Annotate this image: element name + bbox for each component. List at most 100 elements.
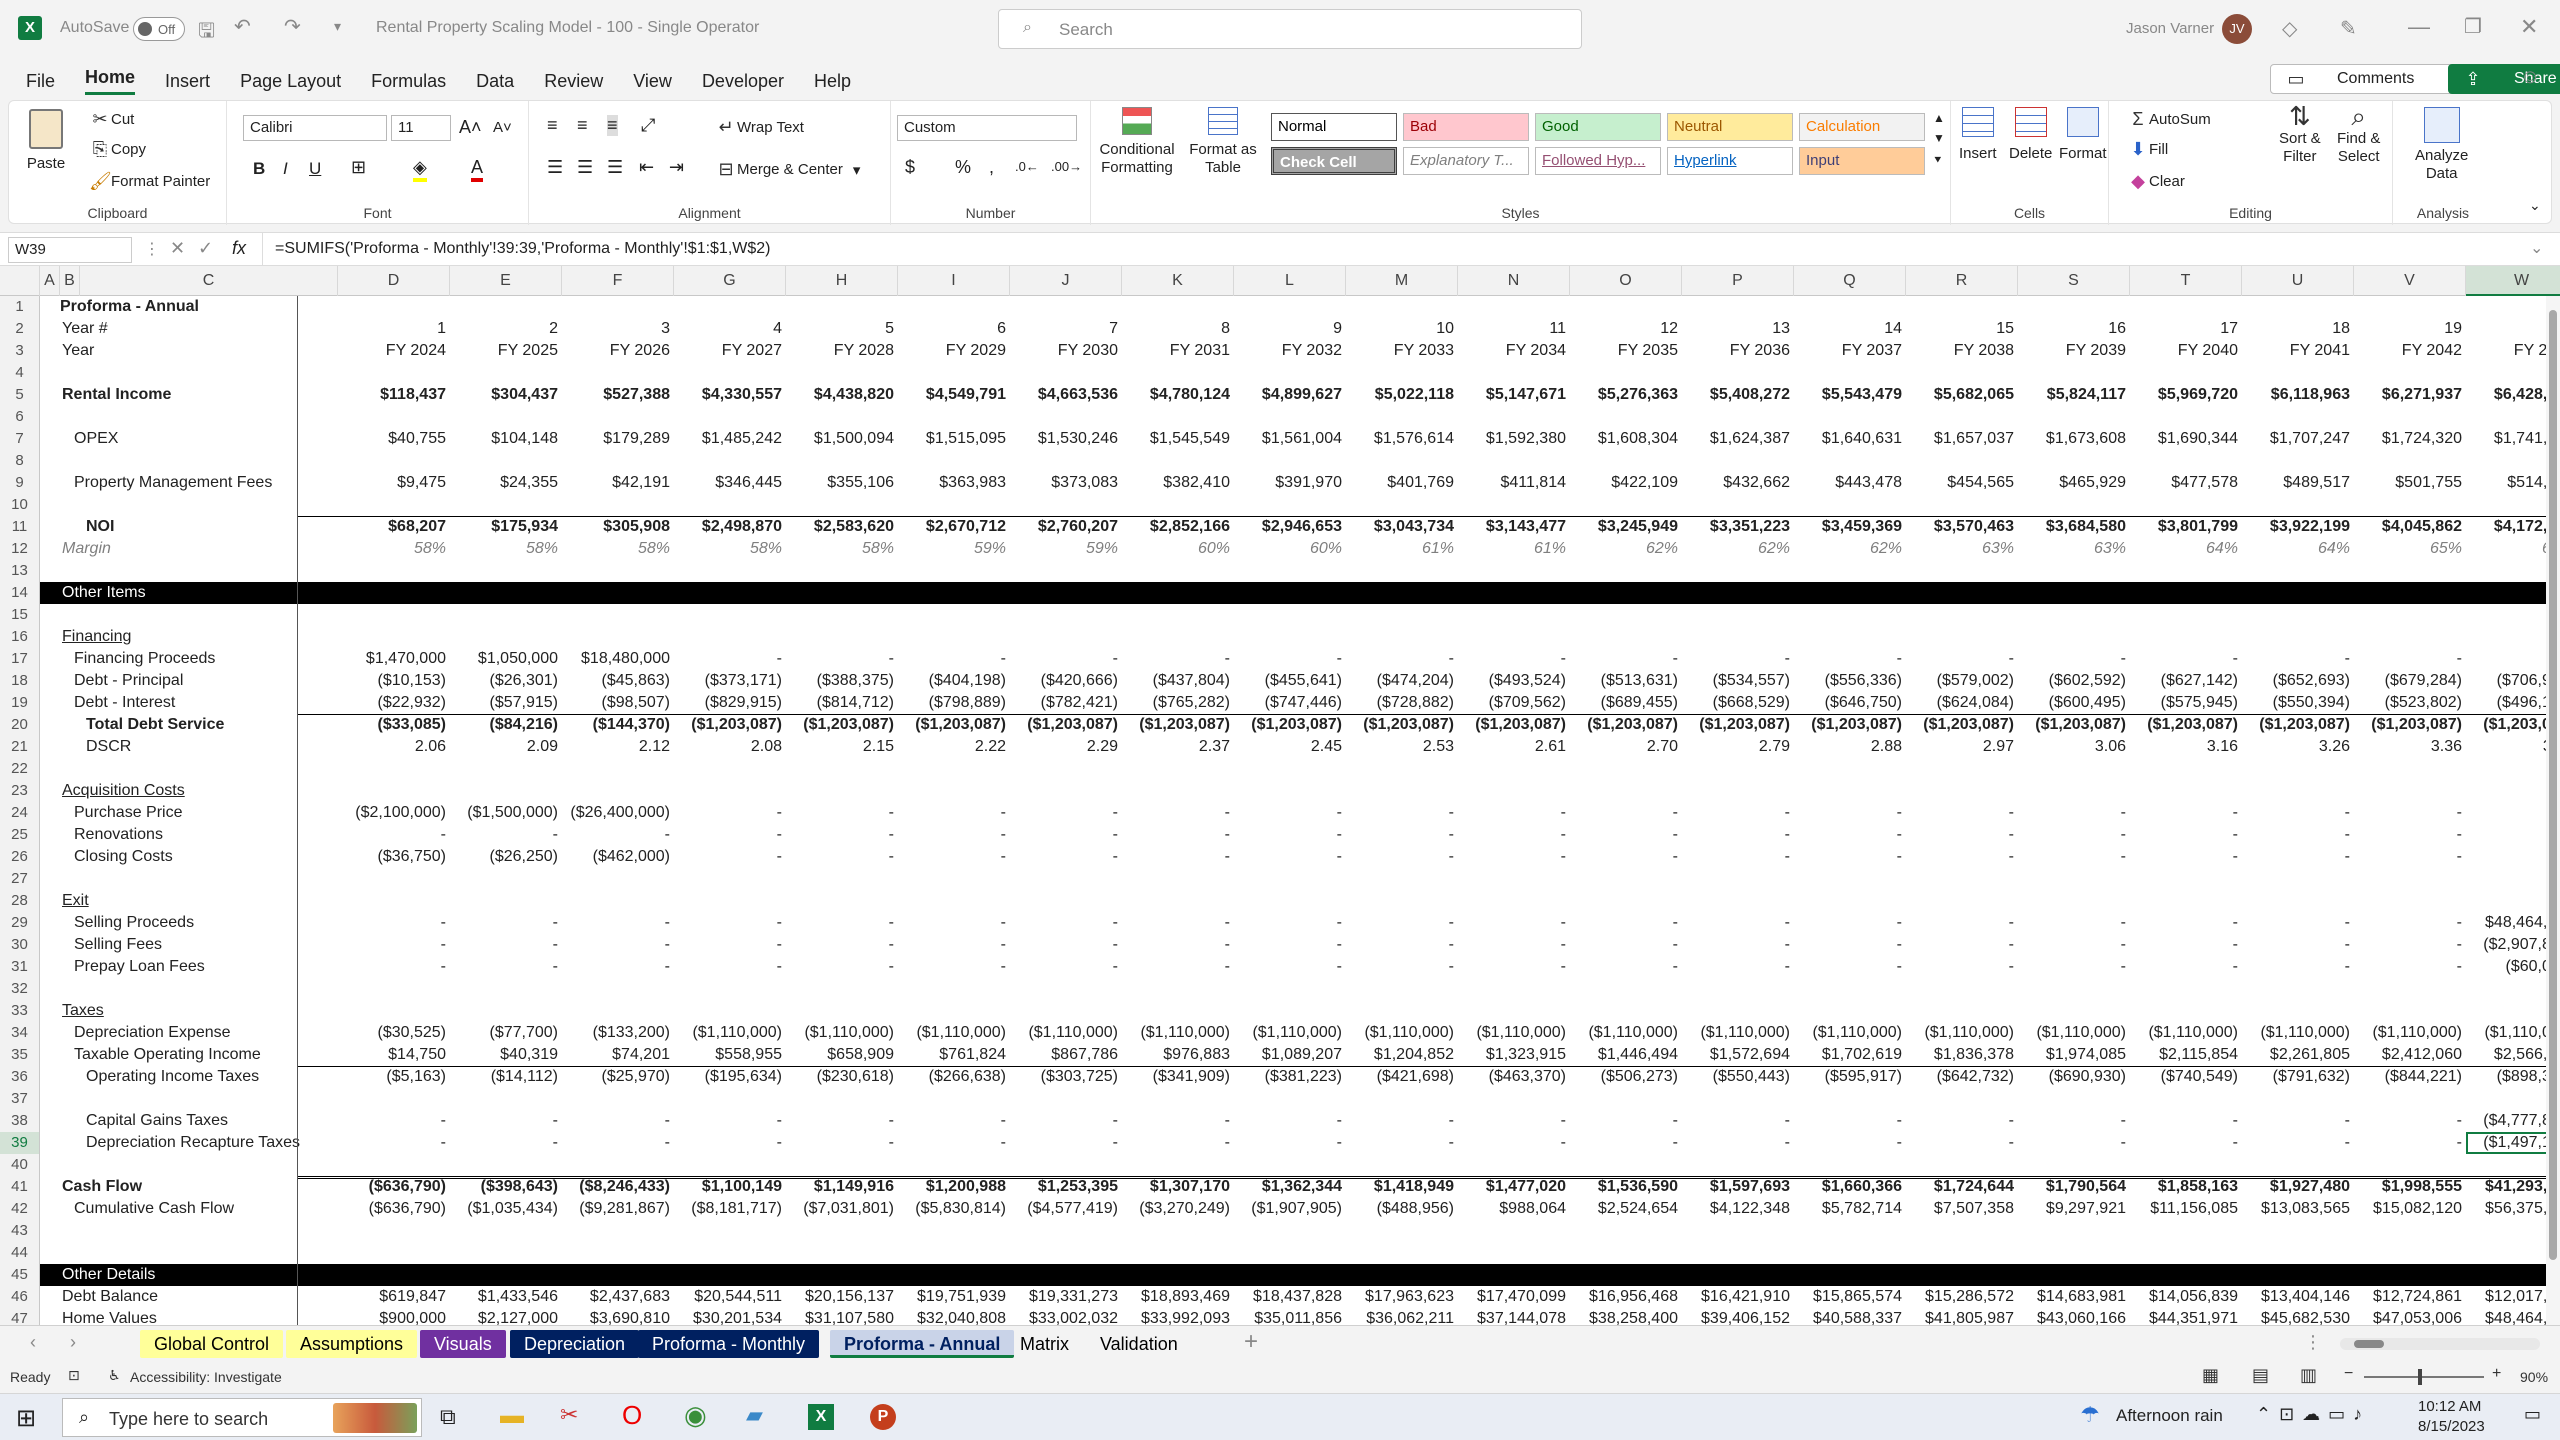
cell[interactable]: $13,404,146 [2242,1286,2354,1308]
cell[interactable]: ($579,002) [1906,670,2018,692]
cell[interactable]: ($624,084) [1906,692,2018,714]
cell[interactable]: ($652,693) [2242,670,2354,692]
cell[interactable]: ($77,700) [450,1022,562,1044]
tab-formulas[interactable]: Formulas [371,71,446,92]
cell[interactable]: 60% [1122,538,1234,560]
cell[interactable]: - [338,912,450,934]
number-format-dropdown[interactable]: Custom [897,115,1077,141]
cell[interactable]: ($506,273) [1570,1066,1682,1088]
cell[interactable]: $36,062,211 [1346,1308,1458,1325]
cell[interactable]: ($1,110,000) [2242,1022,2354,1044]
merge-center-button[interactable]: ⊟ Merge & Center ▾ [715,159,860,180]
cell[interactable]: - [1570,824,1682,846]
tab-insert[interactable]: Insert [165,71,210,92]
row-label[interactable]: NOI [86,516,114,538]
cell[interactable]: ($1,203,087) [2242,714,2354,736]
cell[interactable]: - [1794,956,1906,978]
cell[interactable]: $68,207 [338,516,450,538]
row-number[interactable]: 37 [0,1088,40,1110]
cell[interactable]: $74,201 [562,1044,674,1066]
cell[interactable]: - [2018,912,2130,934]
cell[interactable]: - [1570,956,1682,978]
cell[interactable]: $33,992,093 [1122,1308,1234,1325]
cell[interactable]: - [562,956,674,978]
cell[interactable]: $1,858,163 [2130,1176,2242,1198]
comma-icon[interactable]: , [989,157,994,178]
cell[interactable]: - [1794,802,1906,824]
cell[interactable]: ($230,618) [786,1066,898,1088]
cell[interactable]: ($5,163) [338,1066,450,1088]
cell[interactable]: - [1122,934,1234,956]
cell[interactable]: $5,147,671 [1458,384,1570,406]
cell[interactable]: $33,002,032 [1010,1308,1122,1325]
cell[interactable]: ($2,100,000) [338,802,450,824]
cell[interactable]: - [1682,912,1794,934]
cell[interactable]: $1,660,366 [1794,1176,1906,1198]
cell[interactable]: - [1458,846,1570,868]
cell[interactable]: $558,955 [674,1044,786,1066]
cell[interactable]: ($1,110,000) [1122,1022,1234,1044]
cell[interactable]: $1,253,395 [1010,1176,1122,1198]
row-number[interactable]: 31 [0,956,40,978]
cell[interactable]: $9,297,921 [2018,1198,2130,1220]
cell[interactable]: $401,769 [1346,472,1458,494]
cell[interactable]: ($747,446) [1234,692,1346,714]
sheet-tab[interactable]: Visuals [420,1330,506,1358]
cell[interactable]: ($388,375) [786,670,898,692]
row-label[interactable]: Operating Income Taxes [86,1066,259,1088]
cell[interactable]: - [1458,824,1570,846]
cell[interactable]: ($1,203,087) [674,714,786,736]
cell[interactable]: ($602,592) [2018,670,2130,692]
tab-data[interactable]: Data [476,71,514,92]
cell[interactable]: 2.79 [1682,736,1794,758]
row-label[interactable]: Depreciation Recapture Taxes [86,1132,300,1154]
cell[interactable]: $465,929 [2018,472,2130,494]
cell[interactable]: - [1682,802,1794,824]
cell[interactable]: $1,485,242 [674,428,786,450]
cell[interactable]: $1,050,000 [450,648,562,670]
column-header[interactable]: A [40,266,60,296]
cell[interactable]: ($627,142) [2130,670,2242,692]
column-header[interactable]: S [2018,266,2130,296]
sheet-tab[interactable]: Global Control [140,1330,284,1358]
cell[interactable]: $3,922,199 [2242,516,2354,538]
cell[interactable]: $5,782,714 [1794,1198,1906,1220]
cell[interactable]: - [2242,648,2354,670]
row-label[interactable]: DSCR [86,736,131,758]
cell[interactable]: - [898,1132,1010,1154]
cell[interactable]: $2,583,620 [786,516,898,538]
enter-formula-icon[interactable]: ✓ [198,238,213,259]
styles-scroll-down-icon[interactable]: ▼ [1933,131,1945,145]
cell[interactable]: - [1570,1132,1682,1154]
cell[interactable]: ($1,110,000) [1794,1022,1906,1044]
cell[interactable]: 2.22 [898,736,1010,758]
cell[interactable]: - [2018,1110,2130,1132]
cell[interactable]: $19,751,939 [898,1286,1010,1308]
cell[interactable]: ($9,281,867) [562,1198,674,1220]
cell[interactable]: 4 [674,318,786,340]
clear-button[interactable]: ◆ Clear [2127,171,2185,192]
cell[interactable]: $411,814 [1458,472,1570,494]
cell[interactable]: ($636,790) [338,1198,450,1220]
cell[interactable]: ($30,525) [338,1022,450,1044]
cell[interactable]: $32,040,808 [898,1308,1010,1325]
cell[interactable]: $17,963,623 [1346,1286,1458,1308]
cell[interactable]: $15,286,572 [1906,1286,2018,1308]
cell[interactable]: - [450,1110,562,1132]
cell[interactable]: ($829,915) [674,692,786,714]
cell[interactable]: - [2242,934,2354,956]
cell[interactable]: $1,470,000 [338,648,450,670]
font-color-icon[interactable]: A [471,157,484,182]
cell[interactable]: $5,022,118 [1346,384,1458,406]
cell[interactable]: $2,852,166 [1122,516,1234,538]
cell[interactable]: ($1,203,087) [2130,714,2242,736]
cell[interactable]: - [1794,934,1906,956]
cell[interactable]: - [674,648,786,670]
cell[interactable]: ($341,909) [1122,1066,1234,1088]
cell[interactable]: 59% [1010,538,1122,560]
cell[interactable]: - [1234,1132,1346,1154]
cell[interactable]: 7 [1010,318,1122,340]
cell[interactable]: - [1010,912,1122,934]
cell[interactable]: - [1682,846,1794,868]
cell[interactable]: ($1,110,000) [2354,1022,2466,1044]
